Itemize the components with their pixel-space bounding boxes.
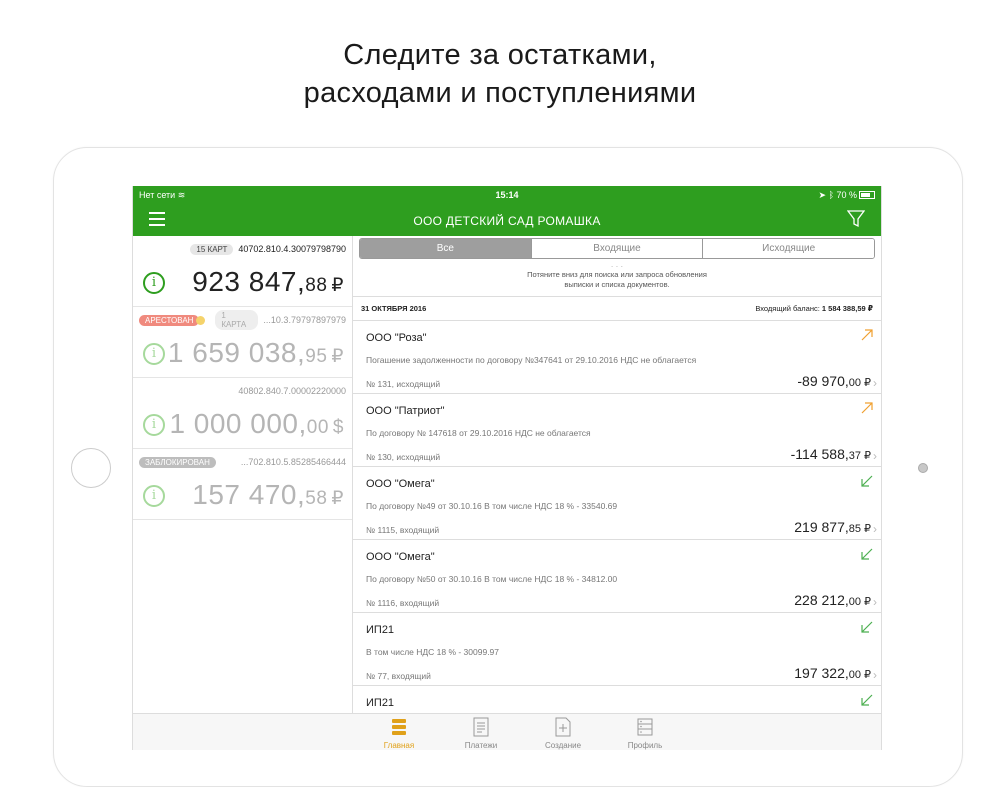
incoming-balance: Входящий баланс: 1 584 388,59 ₽ [755,304,873,313]
status-time: 15:14 [495,190,519,200]
transaction-row[interactable]: ООО "Патриот" По договору № 147618 от 29… [353,394,881,467]
transaction-row[interactable]: ООО "Роза" Погашение задолженности по до… [353,321,881,394]
transaction-row[interactable]: ООО "Омега" По договору №50 от 30.10.16 … [353,540,881,613]
nav-title: ООО ДЕТСКИЙ САД РОМАШКА [413,214,601,228]
outgoing-arrow-icon [861,402,873,414]
battery-status: ➤ ᛒ 70 % [818,190,875,201]
segment-outgoing[interactable]: Исходящие [702,239,874,258]
info-icon[interactable]: i [143,485,165,507]
tab-profile-label: Профиль [627,741,663,750]
account-balance: 157 470,58 ₽ [192,479,344,510]
transaction-row[interactable]: ИП21 В том числе НДС 18 % - 30099.97 № 7… [353,613,881,686]
status-badge: АРЕСТОВАН [139,314,200,326]
location-icon: ➤ [818,190,827,200]
accounts-panel: 15 КАРТ 40702.810.4.30079798790 i 923 84… [133,236,353,713]
segment-all[interactable]: Все [360,239,531,258]
account-number: ...10.3.79797897979 [263,315,346,325]
tab-payments[interactable]: Платежи [440,714,522,750]
chevron-right-icon: › [873,595,877,609]
transaction-amount: 228 212,00 ₽ [794,592,871,608]
payment-purpose: По договору №49 от 30.10.16 В том числе … [366,501,618,511]
bluetooth-icon: ᛒ [828,190,834,200]
tab-profile[interactable]: Профиль [604,714,686,750]
chevron-right-icon: › [873,449,877,463]
account-number: 40802.840.7.00002220000 [238,386,346,396]
document-icon [473,717,489,737]
tab-create-label: Создание [544,741,582,750]
account-number: ...702.810.5.85285466444 [240,457,346,467]
account-balance: 923 847,88 ₽ [192,266,344,297]
account-card[interactable]: ЗАБЛОКИРОВАН ...702.810.5.85285466444 i … [133,449,352,520]
ipad-camera [918,463,928,473]
transaction-amount: -114 588,37 ₽ [790,446,871,462]
date-header: 31 ОКТЯБРЯ 2016 Входящий баланс: 1 584 3… [353,296,881,321]
payment-purpose: По договору №50 от 30.10.16 В том числе … [366,574,618,584]
cards-count-badge: 1 КАРТА [215,310,259,330]
status-bar: Нет сети ≋ 15:14 ➤ ᛒ 70 % [133,186,881,204]
account-card[interactable]: 40802.840.7.00002220000 i 1 000 000,00 $ [133,378,352,449]
statement-date: 31 ОКТЯБРЯ 2016 [361,304,427,313]
incoming-arrow-icon [861,694,873,706]
account-number: 40702.810.4.30079798790 [238,244,346,254]
document-number: № 77, входящий [366,671,431,681]
payment-purpose: По договору № 147618 от 29.10.2016 НДС н… [366,428,591,438]
incoming-arrow-icon [861,475,873,487]
document-number: № 131, исходящий [366,379,441,389]
document-number: № 1115, входящий [366,525,440,535]
home-stack-icon [392,719,406,735]
status-badge: ЗАБЛОКИРОВАН [139,456,216,468]
filter-icon[interactable] [847,210,865,228]
transaction-amount: 219 877,85 ₽ [794,519,871,535]
transaction-row[interactable]: ИП21 [353,686,881,713]
nav-bar: ООО ДЕТСКИЙ САД РОМАШКА [133,204,881,236]
headline-line-1: Следите за остатками, [343,39,657,71]
counterparty-name: ИП21 [366,697,395,709]
payment-purpose: В том числе НДС 18 % - 30099.97 [366,647,500,657]
new-document-icon [555,717,571,737]
account-balance: 1 659 038,95 ₽ [167,337,344,368]
account-card[interactable]: 15 КАРТ 40702.810.4.30079798790 i 923 84… [133,236,352,307]
profile-icon [637,718,653,736]
tab-home-label: Главная [383,741,415,750]
account-card[interactable]: АРЕСТОВАН 1 КАРТА ...10.3.79797897979 i … [133,307,352,378]
account-balance: 1 000 000,00 $ [169,408,344,439]
document-number: № 130, исходящий [366,452,441,462]
direction-filter: Все Входящие Исходящие [359,238,875,259]
payment-purpose: Погашение задолженности по договору №347… [366,355,697,365]
chevron-right-icon: › [873,376,877,390]
counterparty-name: ООО "Роза" [366,332,427,344]
segment-incoming[interactable]: Входящие [530,239,703,258]
transaction-amount: -89 970,00 ₽ [797,373,871,389]
incoming-arrow-icon [861,621,873,633]
ipad-home-button [71,448,111,488]
chevron-right-icon: › [873,668,877,682]
tab-home[interactable]: Главная [358,714,440,750]
info-icon[interactable]: i [143,343,165,365]
tab-payments-label: Платежи [464,741,498,750]
info-icon[interactable]: i [143,414,165,436]
app-screen: Нет сети ≋ 15:14 ➤ ᛒ 70 % ООО ДЕТСКИЙ СА… [132,186,882,750]
counterparty-name: ООО "Омега" [366,551,435,563]
cards-count-badge: 15 КАРТ [190,243,234,255]
tab-create[interactable]: Создание [522,714,604,750]
document-number: № 1116, входящий [366,598,440,608]
info-icon[interactable]: i [143,272,165,294]
counterparty-name: ООО "Омега" [366,478,435,490]
promo-headline: Следите за остатками, расходами и поступ… [0,36,1000,112]
transaction-amount: 197 322,00 ₽ [794,665,871,681]
battery-icon [859,191,875,199]
headline-line-2: расходами и поступлениями [303,77,697,109]
status-dot [196,315,206,325]
pull-hint: · · · Потяните вниз для поиска или запро… [353,263,881,290]
counterparty-name: ООО "Патриот" [366,405,445,417]
incoming-arrow-icon [861,548,873,560]
counterparty-name: ИП21 [366,624,395,636]
tab-bar: Главная Платежи Создание Профиль [133,713,881,750]
chevron-right-icon: › [873,522,877,536]
transaction-list: ООО "Роза" Погашение задолженности по до… [353,321,881,713]
statement-panel: Все Входящие Исходящие · · · Потяните вн… [353,236,881,713]
outgoing-arrow-icon [861,329,873,341]
transaction-row[interactable]: ООО "Омега" По договору №49 от 30.10.16 … [353,467,881,540]
